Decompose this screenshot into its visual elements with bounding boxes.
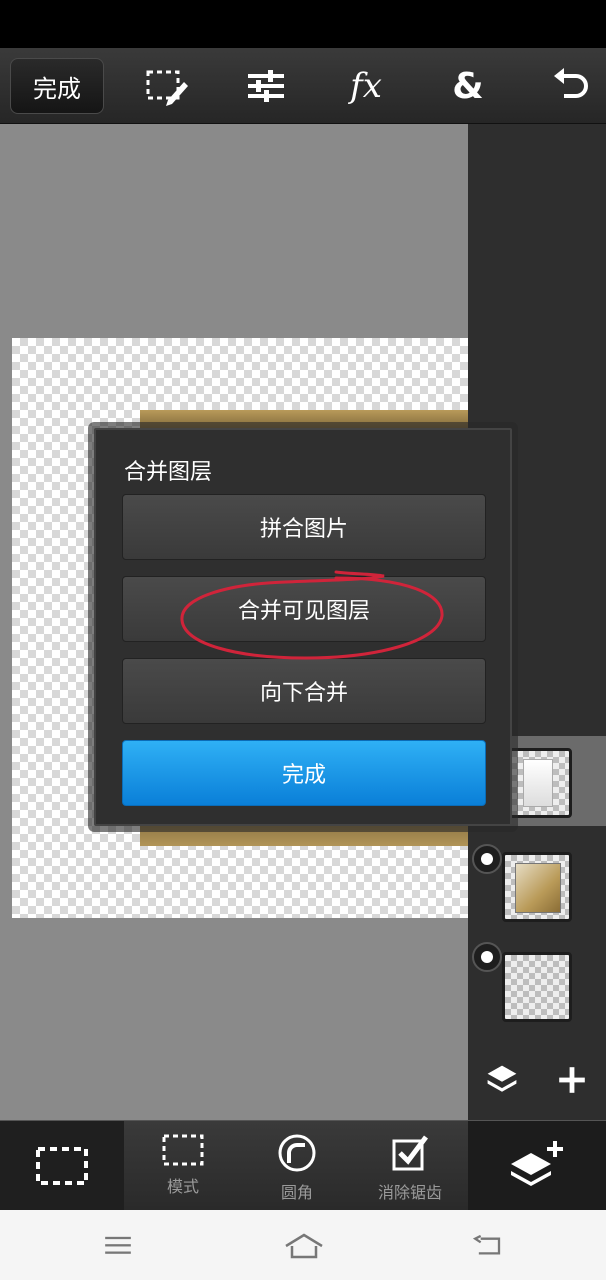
blend-icon[interactable]: & — [444, 62, 492, 110]
layer-thumbnail[interactable] — [502, 852, 572, 922]
mode-icon — [162, 1134, 204, 1166]
back-icon[interactable] — [464, 1226, 512, 1266]
merge-visible-button[interactable]: 合并可见图层 — [122, 576, 486, 642]
image-layer-edge — [140, 824, 468, 846]
add-layer-tool[interactable] — [468, 1121, 606, 1211]
selection-edit-icon[interactable] — [142, 62, 190, 110]
layers-stack-icon[interactable] — [482, 1060, 522, 1100]
anti-alias-label: 消除锯齿 — [377, 1183, 442, 1202]
visibility-toggle[interactable] — [472, 844, 502, 874]
rect-select-icon — [36, 1147, 88, 1185]
layer-thumbnail[interactable] — [502, 748, 572, 818]
bottom-toolbar: 模式 圆角 消除锯齿 — [0, 1120, 606, 1211]
add-layer-icon[interactable] — [552, 1060, 592, 1100]
layer-thumbnail[interactable] — [502, 952, 572, 1022]
visibility-toggle[interactable] — [472, 942, 502, 972]
image-layer-edge — [140, 410, 468, 430]
status-bar — [0, 0, 606, 48]
add-layers-icon — [511, 1141, 563, 1186]
layer-preview — [515, 863, 561, 913]
system-nav-bar — [0, 1210, 606, 1280]
rounded-corner-label: 圆角 — [280, 1183, 313, 1202]
dialog-title: 合并图层 — [124, 460, 213, 485]
top-toolbar: 完成 fx & — [0, 48, 606, 124]
adjustments-icon[interactable] — [242, 62, 290, 110]
rounded-corner-tool[interactable]: 圆角 — [257, 1121, 337, 1211]
undo-icon[interactable] — [546, 62, 594, 110]
anti-alias-tool[interactable]: 消除锯齿 — [362, 1121, 458, 1211]
dialog-done-button[interactable]: 完成 — [122, 740, 486, 806]
done-button[interactable]: 完成 — [10, 58, 104, 114]
fx-icon[interactable]: fx — [342, 62, 390, 110]
layer-preview — [523, 759, 553, 807]
home-icon[interactable] — [280, 1226, 328, 1266]
menu-icon[interactable] — [94, 1226, 142, 1266]
flatten-image-button[interactable]: 拼合图片 — [122, 494, 486, 560]
rounded-corner-icon — [278, 1134, 316, 1172]
rect-select-tool[interactable] — [0, 1121, 124, 1211]
checkbox-checked-icon — [392, 1135, 428, 1171]
merge-down-button[interactable]: 向下合并 — [122, 658, 486, 724]
merge-layers-dialog: 合并图层 拼合图片 合并可见图层 向下合并 完成 — [94, 428, 512, 826]
mode-label: 模式 — [166, 1177, 199, 1196]
mode-tool[interactable]: 模式 — [143, 1121, 223, 1211]
